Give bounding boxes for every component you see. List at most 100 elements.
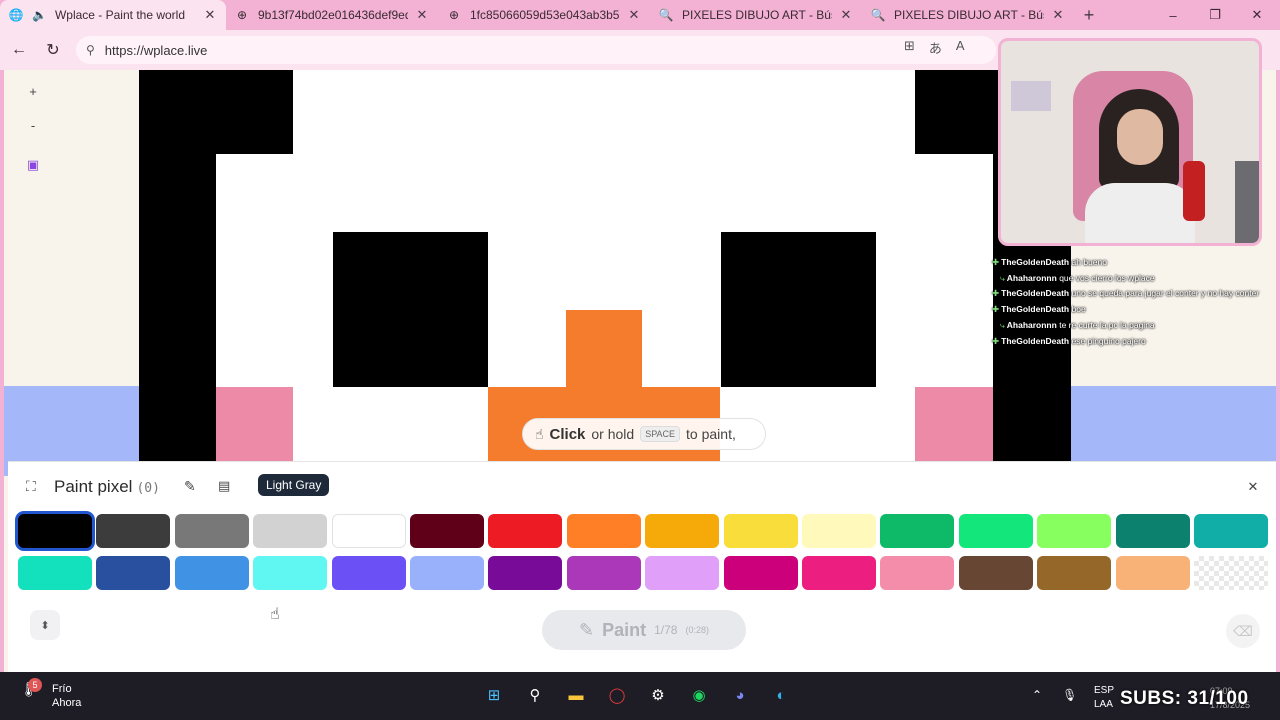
chat-message: ✚ TheGoldenDeath uno se queda para jugar … [992, 286, 1262, 302]
globe-icon: 🌐 [8, 8, 24, 22]
tab-title: PIXELES DIBUJO ART - Búsqueda [682, 8, 832, 22]
twitch-icon[interactable]: ▣ [22, 154, 44, 176]
color-swatch[interactable] [723, 556, 798, 590]
address-bar-actions: ⊞ あ A [904, 38, 965, 57]
close-tab-icon[interactable]: ✕ [838, 7, 854, 23]
color-swatch[interactable] [331, 514, 406, 548]
color-swatch[interactable] [96, 556, 171, 590]
color-swatch[interactable] [174, 556, 249, 590]
opera-icon[interactable]: ◯ [605, 682, 629, 708]
hint-text-end: to paint, [686, 426, 736, 442]
color-swatch[interactable] [958, 556, 1033, 590]
chat-message: ✚ TheGoldenDeath boe [992, 302, 1262, 318]
color-swatch[interactable] [488, 514, 563, 548]
close-tab-icon[interactable]: ✕ [626, 7, 642, 23]
color-swatch[interactable] [1115, 514, 1190, 548]
color-swatch[interactable] [1037, 514, 1112, 548]
back-arrow-icon[interactable]: ← [2, 33, 36, 67]
image-icon[interactable]: ▤ [218, 478, 230, 494]
chat-username: Ahaharonnn [1006, 319, 1057, 330]
apps-icon[interactable]: ⊞ [904, 38, 915, 57]
color-swatch[interactable] [18, 556, 92, 590]
webcam-face [1117, 109, 1163, 165]
edge-icon[interactable]: ◐ [769, 682, 793, 708]
color-swatch[interactable] [488, 556, 563, 590]
hint-text: or hold [591, 426, 635, 442]
color-swatch[interactable] [96, 514, 171, 548]
address-bar[interactable]: ⚲ https://wplace.live [76, 36, 996, 64]
restore-button[interactable]: ❐ [1194, 0, 1236, 30]
windows-start-icon[interactable]: ⊞ [482, 682, 506, 708]
translate-icon[interactable]: あ [929, 38, 942, 57]
color-swatch[interactable] [645, 514, 720, 548]
tab-4[interactable]: 🔍 PIXELES DIBUJO ART - Búsqueda ✕ [650, 0, 862, 30]
color-swatch[interactable] [1115, 556, 1190, 590]
color-swatch[interactable] [1194, 514, 1268, 548]
tab-title: PIXELES DIBUJO ART - Búsqueda [894, 8, 1044, 22]
read-aloud-icon[interactable]: A [956, 38, 965, 57]
color-swatch[interactable] [958, 514, 1033, 548]
pixel-canvas[interactable] [139, 70, 1071, 462]
color-swatch[interactable] [331, 556, 406, 590]
color-swatch[interactable] [1037, 556, 1112, 590]
eyedropper-icon[interactable]: ✎ [184, 478, 196, 495]
microphone-icon[interactable]: 🎙 [1062, 688, 1077, 702]
close-tab-icon[interactable]: ✕ [1050, 7, 1066, 23]
weather-widget[interactable]: 🌡 5 Frío Ahora [20, 678, 81, 710]
reload-icon[interactable]: ↻ [36, 33, 70, 67]
color-swatch[interactable] [410, 556, 484, 590]
color-swatch[interactable] [253, 556, 328, 590]
paint-button[interactable]: ✎ Paint 1/78 (0:28) [542, 610, 746, 650]
lang-line1: ESP [1094, 685, 1115, 696]
close-tab-icon[interactable]: ✕ [414, 7, 430, 23]
chevron-up-icon[interactable]: ⌃ [1032, 688, 1042, 702]
zoom-out-button[interactable]: - [22, 114, 44, 136]
zoom-in-button[interactable]: + [22, 80, 44, 102]
chat-username: TheGoldenDeath [1001, 288, 1070, 299]
tab-3[interactable]: ⊕ 1fc85066059d53e043ab3b529c ✕ [438, 0, 650, 30]
color-swatch[interactable] [566, 514, 641, 548]
tab-wplace[interactable]: 🌐 🔈 Wplace - Paint the world ✕ [0, 0, 226, 30]
color-swatch[interactable] [802, 514, 876, 548]
eraser-icon[interactable]: ⌫ [1226, 614, 1260, 648]
site-info-icon[interactable]: ⚲ [86, 43, 95, 57]
language-indicator[interactable]: ESP LAA [1094, 684, 1114, 712]
chat-message: ✚ TheGoldenDeath ese pinguino pajero [992, 334, 1262, 350]
color-swatch[interactable] [802, 556, 876, 590]
pixel-eye-right [721, 232, 876, 387]
color-swatch[interactable] [1194, 556, 1268, 590]
color-swatch[interactable] [18, 514, 92, 548]
expand-icon[interactable]: ⛶ [26, 478, 36, 495]
color-swatch[interactable] [723, 514, 798, 548]
color-swatch[interactable] [566, 556, 641, 590]
globe-icon: ⊕ [236, 8, 248, 22]
hand-cursor-icon: ☝ [270, 606, 280, 623]
panel-title: Paint pixel (0) [54, 477, 160, 497]
search-icon[interactable]: ⚲ [523, 682, 547, 708]
new-tab-button[interactable]: + [1074, 0, 1104, 30]
speaker-icon[interactable]: 🔈 [32, 8, 47, 22]
close-window-button[interactable]: ✕ [1236, 0, 1278, 30]
lang-line2: LAA [1094, 699, 1113, 710]
color-swatch[interactable] [880, 556, 955, 590]
close-panel-icon[interactable]: ✕ [1242, 476, 1264, 498]
file-explorer-icon[interactable]: ▬ [564, 682, 588, 708]
chat-text: ah bueno [1071, 257, 1107, 267]
color-swatch[interactable] [174, 514, 249, 548]
color-swatch[interactable] [880, 514, 955, 548]
settings-icon[interactable]: ⚙ [646, 682, 670, 708]
close-tab-icon[interactable]: ✕ [202, 7, 218, 23]
search-icon: 🔍 [658, 8, 674, 22]
tab-5[interactable]: 🔍 PIXELES DIBUJO ART - Búsqueda ✕ [862, 0, 1074, 30]
spotify-icon[interactable]: ◉ [687, 682, 711, 708]
chevron-updown-icon[interactable]: ⬍ [30, 610, 60, 640]
pixel-cheek-right [915, 387, 993, 462]
color-swatch[interactable] [645, 556, 720, 590]
chat-text: ese pinguino pajero [1071, 335, 1146, 346]
color-swatch[interactable] [410, 514, 484, 548]
discord-icon[interactable]: ◕ [728, 682, 752, 708]
minimize-button[interactable]: – [1152, 0, 1194, 30]
tab-2[interactable]: ⊕ 9b13f74bd02e016436def9ed58 ✕ [226, 0, 438, 30]
weather-label: Frío [52, 683, 72, 695]
color-swatch[interactable] [253, 514, 328, 548]
